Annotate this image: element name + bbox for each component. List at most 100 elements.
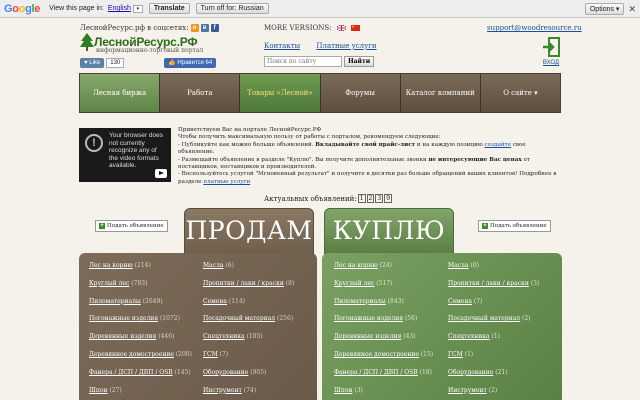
category-count: (200) bbox=[175, 350, 192, 358]
category-link[interactable]: Фанера / ДСП / ДВП / OSB bbox=[89, 369, 173, 376]
support-email-link[interactable]: support@woodresource.ru bbox=[487, 24, 582, 32]
search-input[interactable] bbox=[264, 56, 342, 67]
category-count: (214) bbox=[134, 262, 151, 269]
category-count: (446) bbox=[158, 333, 175, 341]
category-link[interactable]: Масла bbox=[203, 262, 223, 269]
page-9[interactable]: 9 bbox=[384, 194, 393, 203]
page-1[interactable]: 1 bbox=[357, 194, 366, 203]
top-links: Контакты Платные услуги bbox=[264, 42, 391, 50]
vk-like-count: 130 bbox=[106, 58, 125, 68]
youtube-icon[interactable] bbox=[155, 169, 167, 178]
category-link[interactable]: Пиломатериалы bbox=[334, 298, 386, 305]
translate-button[interactable]: Translate bbox=[148, 3, 190, 14]
category-count: (2) bbox=[488, 386, 498, 394]
language-select[interactable]: English bbox=[108, 5, 131, 12]
category-link[interactable]: Масла bbox=[448, 262, 468, 269]
sell-category: Спецтехника (105) bbox=[203, 332, 294, 350]
category-link[interactable]: Лес на корню bbox=[334, 262, 378, 269]
category-count: (843) bbox=[387, 297, 404, 305]
category-link[interactable]: Деревянные изделия bbox=[334, 333, 401, 340]
nav-about[interactable]: О сайте ▾ bbox=[480, 74, 561, 112]
translate-bar: Google View this page in: English ▾ Tran… bbox=[0, 0, 640, 18]
category-count: (21) bbox=[495, 368, 508, 376]
category-link[interactable]: ГСМ bbox=[448, 351, 463, 358]
nav-jobs[interactable]: Работа bbox=[160, 74, 241, 112]
category-link[interactable]: Деревянное домостроение bbox=[334, 351, 419, 358]
buy-add-button[interactable]: + Подать объявление bbox=[478, 220, 551, 232]
nav-forest-exchange[interactable]: Лесная биржа bbox=[80, 74, 161, 112]
category-link[interactable]: Семена bbox=[203, 298, 227, 305]
page-3[interactable]: 3 bbox=[375, 194, 384, 203]
category-link[interactable]: Спецтехника bbox=[203, 333, 245, 340]
category-link[interactable]: Круглый лес bbox=[334, 280, 374, 287]
social-label-row: ЛеснойРесурс.рф в соцсетях: о в f bbox=[80, 24, 219, 32]
paid-services-link[interactable]: Платные услуги bbox=[316, 42, 376, 50]
intro-line: Чтобы получить максимальную пользу от ра… bbox=[178, 134, 441, 141]
turn-off-button[interactable]: Turn off for: Russian bbox=[195, 3, 269, 14]
category-link[interactable]: Погонажные изделия bbox=[89, 315, 158, 322]
search-button[interactable]: Найти bbox=[344, 56, 375, 67]
logo-subtitle: информационно-торговый портал bbox=[96, 47, 204, 54]
category-link[interactable]: Пропитки / лаки / краски bbox=[203, 280, 284, 287]
sell-tab[interactable]: ПРОДАМ bbox=[184, 208, 314, 254]
fb-like-button[interactable]: 👍 Нравится 64 bbox=[164, 58, 217, 68]
category-link[interactable]: Круглый лес bbox=[89, 280, 129, 287]
sell-category: Деревянные изделия (446) bbox=[89, 332, 192, 350]
category-link[interactable]: Деревянные изделия bbox=[89, 333, 156, 340]
sell-category: Семена (114) bbox=[203, 297, 294, 315]
sell-column-right: Масла (6) Пропитки / лаки / краски (8) Сем… bbox=[203, 261, 294, 400]
china-flag-icon[interactable] bbox=[350, 25, 360, 31]
category-count: (43) bbox=[403, 333, 416, 341]
nav-forums[interactable]: Форумы bbox=[320, 74, 401, 112]
category-link[interactable]: Шпон bbox=[89, 387, 107, 394]
vk-like-button[interactable]: ♥ Like bbox=[80, 58, 105, 68]
buy-add-label: Подать объявление bbox=[490, 223, 547, 229]
category-link[interactable]: Шпон bbox=[334, 387, 352, 394]
category-link[interactable]: Посадочный материал bbox=[203, 315, 275, 322]
sell-category: Круглый лес (703) bbox=[89, 279, 192, 297]
category-link[interactable]: Посадочный материал bbox=[448, 315, 520, 322]
category-count: (18) bbox=[419, 368, 432, 376]
sell-add-button[interactable]: + Подать объявление bbox=[95, 220, 168, 232]
sell-category: ГСМ (7) bbox=[203, 350, 294, 368]
category-link[interactable]: Семена bbox=[448, 298, 472, 305]
contacts-link[interactable]: Контакты bbox=[264, 42, 300, 50]
sell-category: Пиломатериалы (2649) bbox=[89, 297, 192, 315]
sell-panel: Лес на корню (214) Круглый лес (703) Пилом… bbox=[79, 253, 317, 400]
category-link[interactable]: Инструмент bbox=[203, 387, 242, 394]
category-link[interactable]: Пиломатериалы bbox=[89, 298, 141, 305]
category-link[interactable]: Погонажные изделия bbox=[334, 315, 403, 322]
nav-goods[interactable]: Товары «Лесной» bbox=[240, 74, 321, 112]
paid-services-inline-link[interactable]: платные услуги bbox=[203, 179, 250, 185]
buy-column-right: Масла (0) Пропитки / лаки / краски (3) Сем… bbox=[448, 261, 539, 400]
category-link[interactable]: Деревянное домостроение bbox=[89, 351, 174, 358]
uk-flag-icon[interactable] bbox=[336, 25, 346, 31]
buy-category: Спецтехника (1) bbox=[448, 332, 539, 350]
category-link[interactable]: Пропитки / лаки / краски bbox=[448, 280, 529, 287]
category-link[interactable]: Фанера / ДСП / ДВП / OSB bbox=[334, 369, 418, 376]
create-link[interactable]: создайте bbox=[484, 142, 510, 148]
category-count: (74) bbox=[243, 386, 257, 394]
video-player[interactable]: ! Your browser does not currently recogn… bbox=[79, 128, 171, 182]
like-buttons: ♥ Like 130 👍 Нравится 64 bbox=[80, 58, 217, 68]
close-icon[interactable]: ✕ bbox=[628, 4, 636, 15]
language-dropdown-icon[interactable]: ▾ bbox=[132, 4, 143, 13]
page-2[interactable]: 2 bbox=[366, 194, 375, 203]
category-link[interactable]: Оборудование bbox=[448, 369, 493, 376]
category-link[interactable]: Спецтехника bbox=[448, 333, 490, 340]
category-link[interactable]: Лес на корню bbox=[89, 262, 133, 269]
category-link[interactable]: Инструмент bbox=[448, 387, 487, 394]
login-button[interactable]: ВХОД bbox=[540, 37, 562, 66]
category-count: (256) bbox=[277, 315, 294, 323]
category-link[interactable]: ГСМ bbox=[203, 351, 218, 358]
facebook-icon[interactable]: f bbox=[210, 24, 219, 32]
odnoklassniki-icon[interactable]: о bbox=[190, 24, 199, 32]
options-button[interactable]: Options ▾ bbox=[584, 3, 625, 15]
buy-tab[interactable]: КУПЛЮ bbox=[324, 208, 454, 254]
category-count: (517) bbox=[376, 279, 393, 287]
vk-icon[interactable]: в bbox=[200, 24, 209, 32]
buy-panel: Лес на корню (24) Круглый лес (517) Пилома… bbox=[322, 253, 562, 400]
category-count: (2) bbox=[522, 315, 531, 323]
nav-company-catalog[interactable]: Каталог компаний bbox=[400, 74, 481, 112]
category-link[interactable]: Оборудование bbox=[203, 369, 248, 376]
